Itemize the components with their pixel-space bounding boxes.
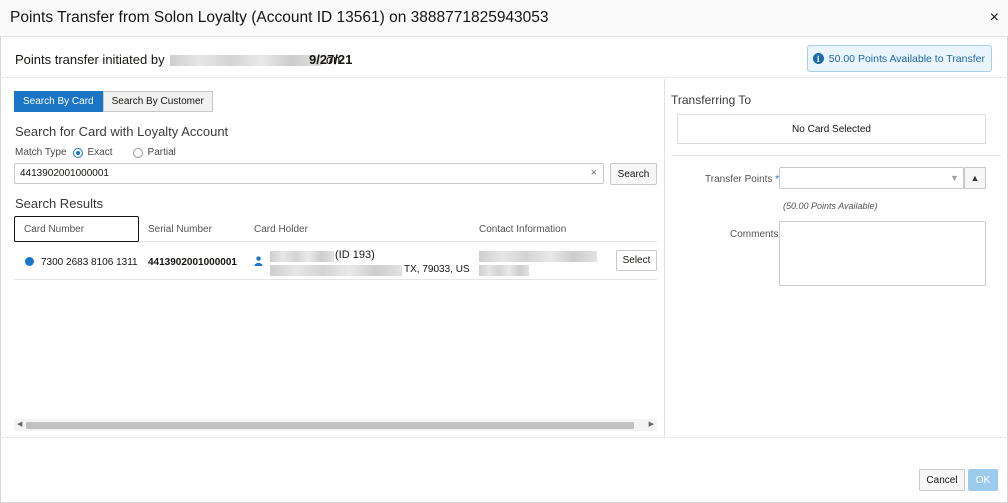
- scroll-left-icon[interactable]: ◀: [17, 420, 22, 428]
- dialog-title: Points Transfer from Solon Loyalty (Acco…: [10, 9, 549, 26]
- redacted-contact-info: [479, 251, 597, 262]
- column-header-card-holder[interactable]: Card Holder: [254, 224, 308, 235]
- footer-divider: [0, 437, 1008, 438]
- holder-address: TX, 79033, US: [404, 264, 470, 275]
- scroll-right-icon[interactable]: ▶: [649, 420, 654, 428]
- dialog-header: Points Transfer from Solon Loyalty (Acco…: [0, 0, 1008, 37]
- card-search-value: 4413902001000001: [20, 168, 109, 179]
- scrollbar-thumb[interactable]: [26, 422, 634, 429]
- column-header-card-number[interactable]: Card Number: [14, 216, 139, 242]
- chevron-up-icon[interactable]: ▲: [964, 167, 986, 189]
- radio-exact-label: Exact: [87, 147, 113, 158]
- selected-card-box: No Card Selected: [677, 114, 986, 144]
- select-button[interactable]: Select: [616, 250, 657, 271]
- person-icon: [254, 256, 263, 266]
- close-icon[interactable]: ×: [990, 10, 999, 26]
- serial-number-cell: 4413902001000001: [148, 257, 237, 268]
- transfer-points-label: Transfer Points *: [705, 174, 779, 185]
- comments-textarea[interactable]: [779, 221, 986, 286]
- card-number-cell: 7300 2683 8106 1311: [41, 257, 138, 268]
- clear-icon[interactable]: ×: [591, 167, 597, 179]
- match-type-label: Match Type: [15, 147, 67, 158]
- column-header-serial-number[interactable]: Serial Number: [148, 224, 212, 235]
- search-panel: Search By Card Search By Customer Search…: [14, 91, 657, 436]
- ok-button[interactable]: OK: [968, 469, 998, 491]
- radio-exact[interactable]: [72, 147, 83, 158]
- radio-partial-label: Partial: [147, 147, 176, 158]
- transfer-points-label-text: Transfer Points: [705, 174, 773, 185]
- table-header-row: Card Number Serial Number Card Holder Co…: [14, 216, 657, 242]
- horizontal-scrollbar[interactable]: ◀ ▶: [14, 419, 657, 431]
- panel-divider: [664, 79, 665, 437]
- initiation-date: 9/27/21: [309, 52, 353, 67]
- search-heading: Search for Card with Loyalty Account: [15, 124, 229, 139]
- search-tabs: Search By Card Search By Customer: [14, 91, 213, 112]
- initiation-prefix: Points transfer initiated by: [15, 52, 165, 67]
- radio-partial[interactable]: [132, 147, 143, 158]
- redacted-contact-info-2: [479, 265, 529, 276]
- card-status-icon: [25, 257, 34, 266]
- card-search-input[interactable]: 4413902001000001 ×: [14, 163, 604, 184]
- table-row[interactable]: 7300 2683 8106 1311 4413902001000001 (ID…: [14, 242, 657, 280]
- comments-label: Comments: [730, 229, 779, 240]
- redacted-holder-street: [270, 265, 402, 276]
- tab-search-by-customer[interactable]: Search By Customer: [102, 91, 213, 112]
- points-available-note: (50.00 Points Available): [783, 201, 878, 211]
- points-available-text: 50.00 Points Available to Transfer: [828, 52, 985, 65]
- transfer-points-input[interactable]: [779, 167, 964, 189]
- transferring-to-heading: Transferring To: [671, 93, 752, 107]
- info-icon: i: [812, 53, 824, 64]
- match-type-row: Match Type Exact Partial: [15, 147, 190, 158]
- column-header-contact-information[interactable]: Contact Information: [479, 224, 566, 235]
- initiation-text: Points transfer initiated by on: [15, 52, 340, 67]
- points-available-badge: i 50.00 Points Available to Transfer: [806, 45, 992, 72]
- right-divider: [671, 155, 1001, 156]
- cancel-button[interactable]: Cancel: [919, 469, 965, 491]
- holder-id: (ID 193): [335, 249, 375, 261]
- chevron-down-icon[interactable]: ▼: [945, 168, 964, 188]
- search-results-heading: Search Results: [15, 196, 104, 211]
- redacted-holder-name: [270, 251, 334, 262]
- tab-search-by-card[interactable]: Search By Card: [14, 91, 103, 112]
- results-table: Card Number Serial Number Card Holder Co…: [14, 216, 657, 280]
- redacted-user-name: [170, 55, 323, 67]
- search-button[interactable]: Search: [610, 163, 657, 185]
